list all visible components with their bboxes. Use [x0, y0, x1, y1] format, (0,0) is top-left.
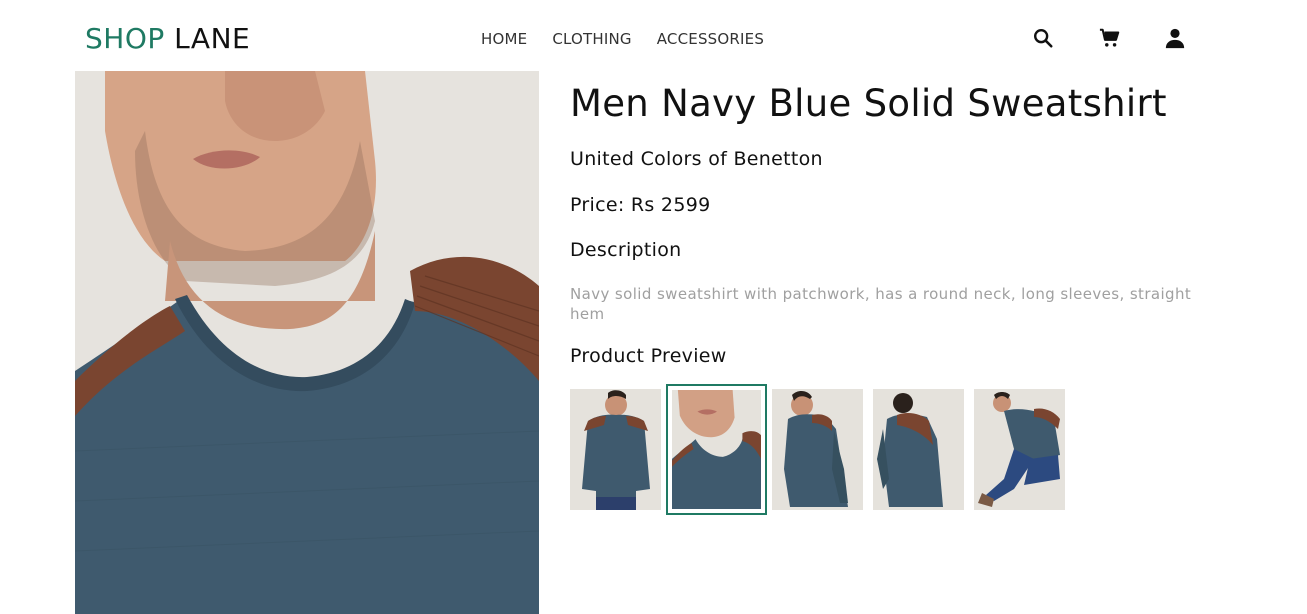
- preview-thumb-5[interactable]: [974, 389, 1065, 510]
- product-details: Men Navy Blue Solid Sweatshirt United Co…: [570, 80, 1270, 367]
- preview-thumb-4[interactable]: [873, 389, 964, 510]
- nav-clothing[interactable]: CLOTHING: [552, 30, 631, 48]
- product-description: Navy solid sweatshirt with patchwork, ha…: [570, 285, 1192, 323]
- logo[interactable]: SHOP LANE: [85, 22, 250, 56]
- product-price: Price: Rs 2599: [570, 194, 711, 216]
- product-brand: United Colors of Benetton: [570, 148, 823, 170]
- user-icon[interactable]: [1163, 26, 1187, 50]
- main-nav: HOME CLOTHING ACCESSORIES: [481, 30, 764, 48]
- description-heading: Description: [570, 239, 682, 261]
- nav-accessories[interactable]: ACCESSORIES: [657, 30, 764, 48]
- header: SHOP LANE HOME CLOTHING ACCESSORIES: [0, 0, 1307, 71]
- preview-thumb-3[interactable]: [772, 389, 863, 510]
- product-title: Men Navy Blue Solid Sweatshirt: [570, 82, 1167, 125]
- preview-thumb-2[interactable]: [666, 384, 767, 515]
- logo-lane: LANE: [174, 22, 251, 55]
- cart-icon[interactable]: [1098, 26, 1122, 50]
- nav-home[interactable]: HOME: [481, 30, 527, 48]
- logo-shop: SHOP: [85, 22, 165, 55]
- preview-heading: Product Preview: [570, 345, 727, 367]
- preview-thumb-1[interactable]: [570, 389, 661, 510]
- product-main-image: [75, 71, 539, 614]
- search-icon[interactable]: [1031, 26, 1055, 50]
